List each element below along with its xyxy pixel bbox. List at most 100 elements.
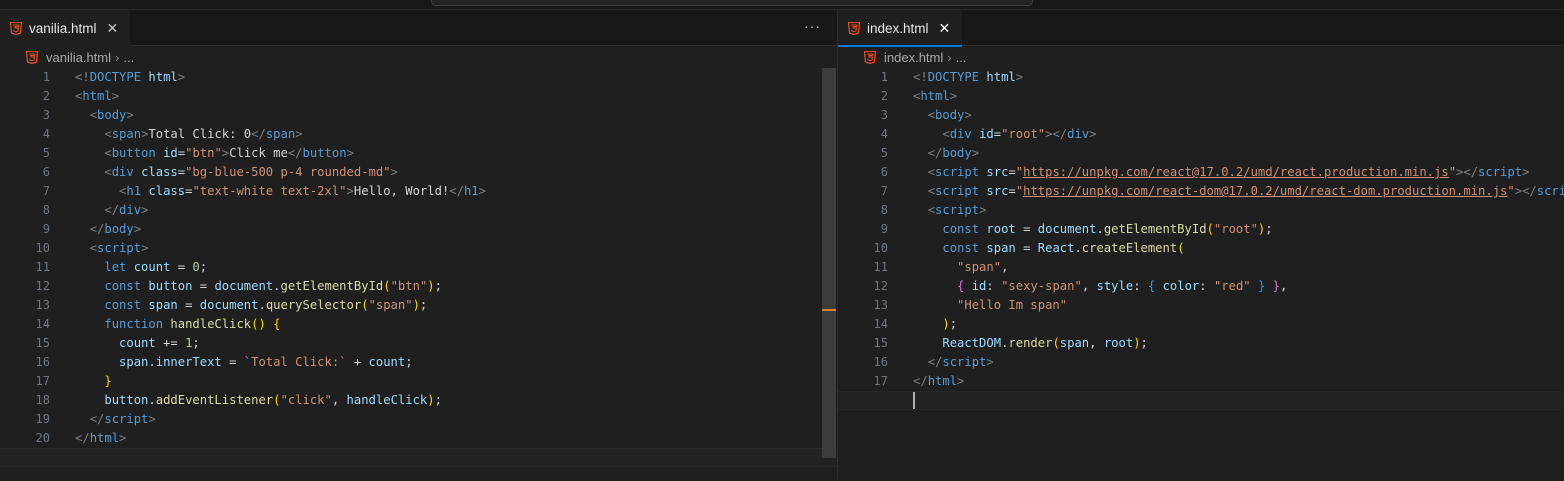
code-line[interactable]: <script> (913, 201, 1564, 220)
code-token: ; (434, 393, 442, 407)
code-line[interactable]: <script src="https://unpkg.com/react-dom… (913, 182, 1564, 201)
line-number: 17 (35, 374, 50, 388)
close-icon[interactable]: ✕ (939, 20, 951, 37)
code-line[interactable]: span.innerText = `Total Click:` + count; (75, 353, 837, 372)
code-token: > (177, 70, 186, 84)
code-line[interactable]: </body> (75, 220, 837, 239)
more-actions-icon[interactable]: ··· (804, 18, 821, 34)
code-line[interactable]: function handleClick() { (75, 315, 837, 334)
code-line[interactable]: <h1 class="text-white text-2xl">Hello, W… (75, 182, 837, 201)
code-token: . (1074, 241, 1082, 255)
code-line[interactable]: let count = 0; (75, 258, 837, 277)
code-token: ; (419, 298, 428, 312)
html5-icon (848, 21, 860, 35)
code-token: ( (361, 298, 369, 312)
code-line[interactable]: <script> (75, 239, 837, 258)
code-line[interactable]: <html> (913, 87, 1564, 106)
code-token: style (1096, 279, 1134, 293)
code-line[interactable]: const root = document.getElementById("ro… (913, 220, 1564, 239)
code-line[interactable]: <body> (913, 106, 1564, 125)
code-token: < (89, 108, 98, 122)
code-line[interactable]: </script> (913, 353, 1564, 372)
code-line[interactable]: <span>Total Click: 0</span> (75, 125, 837, 144)
code-line[interactable]: <body> (75, 106, 837, 125)
code-token: script (935, 165, 980, 179)
breadcrumb-more[interactable]: ... (956, 50, 967, 65)
code-token: > (141, 241, 149, 255)
code-token: > (1522, 165, 1530, 179)
code-token: + (346, 355, 369, 369)
code-line[interactable]: <!DOCTYPE html> (75, 68, 837, 87)
code-line[interactable]: <html> (75, 87, 837, 106)
code-line[interactable]: "span", (913, 258, 1564, 277)
code-token: html (148, 70, 178, 84)
code-token: DOCTYPE (927, 70, 980, 84)
code-line[interactable]: ); (913, 315, 1564, 334)
command-center[interactable] (431, 0, 1033, 6)
code-line[interactable]: const span = React.createElement( (913, 239, 1564, 258)
code-editor-right[interactable]: 1 2 3 4 5 6 7 8 9 10 11 12 13 14 15 16 17 18 <!DOCTYPE ht… (838, 68, 1564, 481)
code-line[interactable]: <!DOCTYPE html> (913, 68, 1564, 87)
code-token: ; (434, 279, 442, 293)
code-token: = (1015, 241, 1038, 255)
code-line[interactable]: </div> (75, 201, 837, 220)
code-line[interactable]: const span = document.querySelector("spa… (75, 296, 837, 315)
code-token: script (1478, 165, 1523, 179)
code-line[interactable]: const button = document.getElementById("… (75, 277, 837, 296)
code-area[interactable]: <!DOCTYPE html> <html> <body> <span>Total… (0, 68, 837, 467)
breadcrumb-more[interactable]: ... (123, 50, 134, 65)
code-token: const (942, 241, 980, 255)
code-token: > (126, 108, 134, 122)
code-line[interactable]: </body> (913, 144, 1564, 163)
line-number: 9 (42, 222, 50, 236)
breadcrumb-file[interactable]: index.html (884, 50, 943, 65)
tab-label: vanilia.html (29, 21, 97, 36)
tab-index-html[interactable]: index.html ✕ (838, 10, 963, 47)
code-line[interactable]: count += 1; (75, 334, 837, 353)
code-token: > (986, 355, 994, 369)
code-line[interactable] (0, 448, 837, 467)
code-line[interactable]: <button id="btn">Click me</button> (75, 144, 837, 163)
breadcrumb-file[interactable]: vanilia.html (46, 50, 111, 65)
code-token: span (265, 127, 296, 141)
code-line[interactable]: ReactDOM.render(span, root); (913, 334, 1564, 353)
code-line[interactable]: button.addEventListener("click", handleC… (75, 391, 837, 410)
vertical-scrollbar[interactable] (822, 68, 836, 458)
code-line[interactable]: </script> (75, 410, 837, 429)
code-line[interactable]: </html> (913, 372, 1564, 391)
code-line[interactable]: } (75, 372, 837, 391)
code-token: span (148, 298, 178, 312)
line-number: 12 (873, 279, 888, 293)
tab-vanilia-html[interactable]: vanilia.html ✕ (0, 10, 131, 46)
code-token: getElementById (280, 279, 384, 293)
code-line[interactable]: </html> (75, 429, 837, 448)
code-area[interactable]: <!DOCTYPE html> <html> <body> <div id="ro… (838, 68, 1564, 410)
code-line[interactable]: { id: "sexy-span", style: { color: "red"… (913, 277, 1564, 296)
breadcrumb: index.html › ... (838, 46, 1564, 68)
code-token: div (1067, 127, 1090, 141)
close-icon[interactable]: ✕ (107, 20, 119, 37)
code-token: h1 (126, 184, 142, 198)
code-line[interactable] (838, 391, 1564, 410)
code-token: class (141, 165, 178, 179)
code-token: ></ (1045, 127, 1068, 141)
code-token: </ (89, 222, 105, 236)
line-number: 5 (42, 146, 50, 160)
code-line[interactable]: "Hello Im span" (913, 296, 1564, 315)
code-token: "bg-blue-500 p-4 rounded-md" (185, 165, 391, 179)
tab-bar-left: vanilia.html ✕ ··· (0, 10, 837, 46)
code-line[interactable]: <script src="https://unpkg.com/react@17.… (913, 163, 1564, 182)
code-line[interactable]: <div id="root"></div> (913, 125, 1564, 144)
code-line[interactable]: <div class="bg-blue-500 p-4 rounded-md"> (75, 163, 837, 182)
code-token: const (942, 222, 980, 236)
code-editor-left[interactable]: 1 2 3 4 5 6 7 8 9 10 11 12 13 14 15 16 17 18 19 20 21 <!DOCT… (0, 68, 837, 481)
